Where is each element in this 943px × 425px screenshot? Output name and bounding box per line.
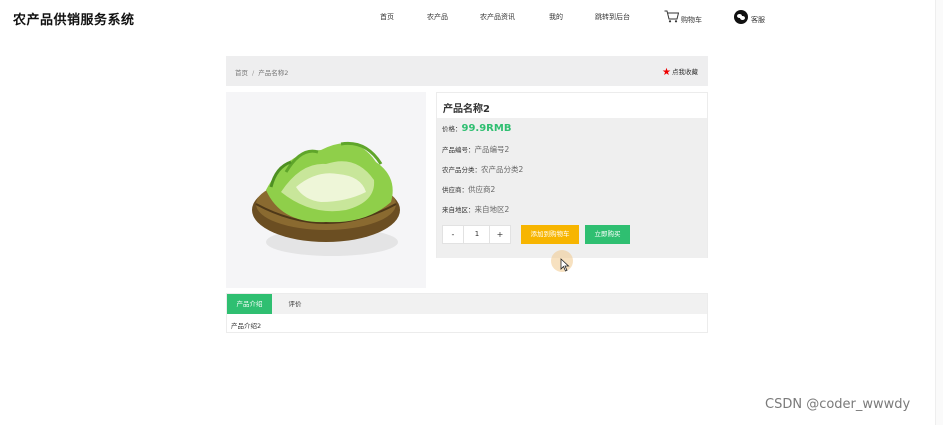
top-nav: 首页 农产品 农产品资讯 我的 跳转到后台 购物车 客服: [0, 12, 943, 26]
nav-service[interactable]: 客服: [751, 15, 765, 25]
watermark: CSDN @coder_wwwdy: [765, 397, 911, 412]
quantity-input[interactable]: 1: [465, 226, 489, 243]
category-row: 农产品分类：农产品分类2: [442, 164, 523, 175]
product-tabs: 产品介绍 评价 产品介绍2: [226, 293, 708, 333]
breadcrumb-current: 产品名称2: [258, 69, 289, 77]
page-scrollbar[interactable]: [935, 0, 943, 425]
quantity-stepper: - 1 +: [442, 225, 511, 244]
origin-row: 来自地区：来自地区2: [442, 204, 509, 215]
breadcrumb: 首页 / 产品名称2: [235, 67, 288, 77]
nav-home[interactable]: 首页: [380, 12, 394, 22]
tab-reviews[interactable]: 评价: [279, 294, 311, 314]
supplier-row: 供应商：供应商2: [442, 184, 495, 195]
nav-news[interactable]: 农产品资讯: [480, 12, 515, 22]
breadcrumb-home[interactable]: 首页: [235, 69, 248, 77]
price-row: 价格：99.9RMB: [442, 123, 511, 134]
favorite-button[interactable]: ★点我收藏: [662, 66, 698, 78]
page: 农产品供销服务系统 首页 农产品 农产品资讯 我的 跳转到后台 购物车 客服 首…: [0, 0, 943, 425]
code-label: 产品编号：: [442, 146, 475, 154]
origin-label: 来自地区：: [442, 206, 475, 214]
lettuce-basket-image: [252, 141, 400, 256]
quantity-decrease-button[interactable]: -: [443, 226, 464, 243]
chat-bubble-icon[interactable]: [734, 10, 748, 24]
favorite-label: 点我收藏: [672, 68, 698, 76]
origin-value: 来自地区2: [474, 205, 510, 214]
nav-cart[interactable]: 购物车: [681, 15, 702, 25]
cart-icon[interactable]: [664, 10, 679, 23]
quantity-increase-button[interactable]: +: [489, 226, 510, 243]
code-value: 产品编号2: [474, 145, 510, 154]
tab-intro[interactable]: 产品介绍: [227, 294, 272, 314]
tab-content: 产品介绍2: [231, 322, 262, 330]
product-image: [226, 92, 426, 288]
mouse-cursor-icon: [560, 258, 570, 272]
product-detail-panel: 产品名称2 价格：99.9RMB 产品编号：产品编号2 农产品分类：农产品分类2…: [436, 92, 708, 258]
add-to-cart-button[interactable]: 添加到购物车: [521, 225, 579, 244]
product-name: 产品名称2: [443, 104, 490, 115]
code-row: 产品编号：产品编号2: [442, 144, 509, 155]
supplier-value: 供应商2: [468, 185, 496, 194]
breadcrumb-separator: /: [252, 69, 255, 77]
category-value: 农产品分类2: [481, 165, 524, 174]
price-value: 99.9RMB: [461, 123, 512, 134]
category-label: 农产品分类：: [442, 166, 481, 174]
buy-now-button[interactable]: 立即购买: [585, 225, 630, 244]
price-label: 价格：: [442, 125, 462, 133]
nav-admin[interactable]: 跳转到后台: [595, 12, 630, 22]
breadcrumb-bar: 首页 / 产品名称2 ★点我收藏: [226, 56, 708, 86]
nav-products[interactable]: 农产品: [427, 12, 448, 22]
tab-bar: 产品介绍 评价: [227, 294, 707, 314]
supplier-label: 供应商：: [442, 186, 468, 194]
product-info: 价格：99.9RMB 产品编号：产品编号2 农产品分类：农产品分类2 供应商：供…: [437, 118, 707, 258]
star-icon: ★: [662, 67, 671, 78]
nav-mine[interactable]: 我的: [549, 12, 563, 22]
